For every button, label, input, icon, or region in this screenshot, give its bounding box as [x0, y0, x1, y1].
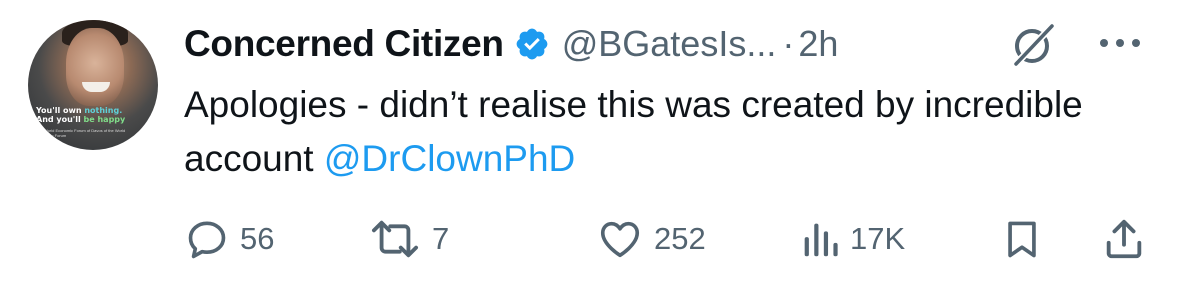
- avatar-caption-accent: be happy: [83, 115, 126, 124]
- avatar-caption-text: And you'll: [36, 115, 84, 124]
- avatar-caption-text: You'll own: [36, 106, 85, 115]
- views-count: 17K: [850, 221, 906, 256]
- like-count: 252: [654, 221, 706, 256]
- reply-button[interactable]: 56: [184, 214, 274, 264]
- bookmark-button[interactable]: [1000, 214, 1044, 264]
- mention-link[interactable]: @DrClownPhD: [324, 138, 575, 179]
- avatar-small-caption: The World Economic Forum of Davos of the…: [36, 128, 126, 138]
- action-bar: 56 7 252 17K: [184, 214, 1154, 264]
- share-button[interactable]: [1100, 214, 1148, 264]
- avatar[interactable]: You'll own nothing. And you'll be happy …: [28, 20, 158, 150]
- tweet-timestamp[interactable]: 2h: [798, 23, 838, 65]
- views-button[interactable]: 17K: [800, 214, 905, 264]
- repost-arrows-icon: [372, 220, 419, 258]
- author-handle[interactable]: @BGatesIs...: [562, 23, 777, 65]
- verified-badge-icon[interactable]: [514, 26, 550, 62]
- avatar-caption-accent: nothing.: [84, 106, 123, 115]
- tweet-text: Apologies - didn’t realise this was crea…: [184, 78, 1144, 186]
- like-button[interactable]: 252: [596, 214, 706, 264]
- header-separator: ·: [782, 23, 795, 64]
- bar-chart-icon: [804, 223, 838, 257]
- share-upload-icon: [1106, 219, 1142, 259]
- repost-button[interactable]: 7: [368, 214, 449, 264]
- reply-count: 56: [240, 221, 275, 256]
- grok-slash-icon[interactable]: [1008, 22, 1058, 68]
- more-dots-icon[interactable]: [1098, 37, 1142, 49]
- comment-bubble-icon: [188, 221, 226, 259]
- heart-icon: [600, 221, 640, 258]
- avatar-caption: You'll own nothing. And you'll be happy: [36, 106, 152, 124]
- tweet-body: Apologies - didn’t realise this was crea…: [184, 84, 1083, 179]
- author-name[interactable]: Concerned Citizen: [184, 23, 504, 65]
- repost-count: 7: [432, 221, 450, 256]
- avatar-face: [66, 28, 124, 106]
- bookmark-icon: [1008, 221, 1036, 258]
- tweet-header: Concerned Citizen @BGatesIs... · 2h: [184, 14, 838, 74]
